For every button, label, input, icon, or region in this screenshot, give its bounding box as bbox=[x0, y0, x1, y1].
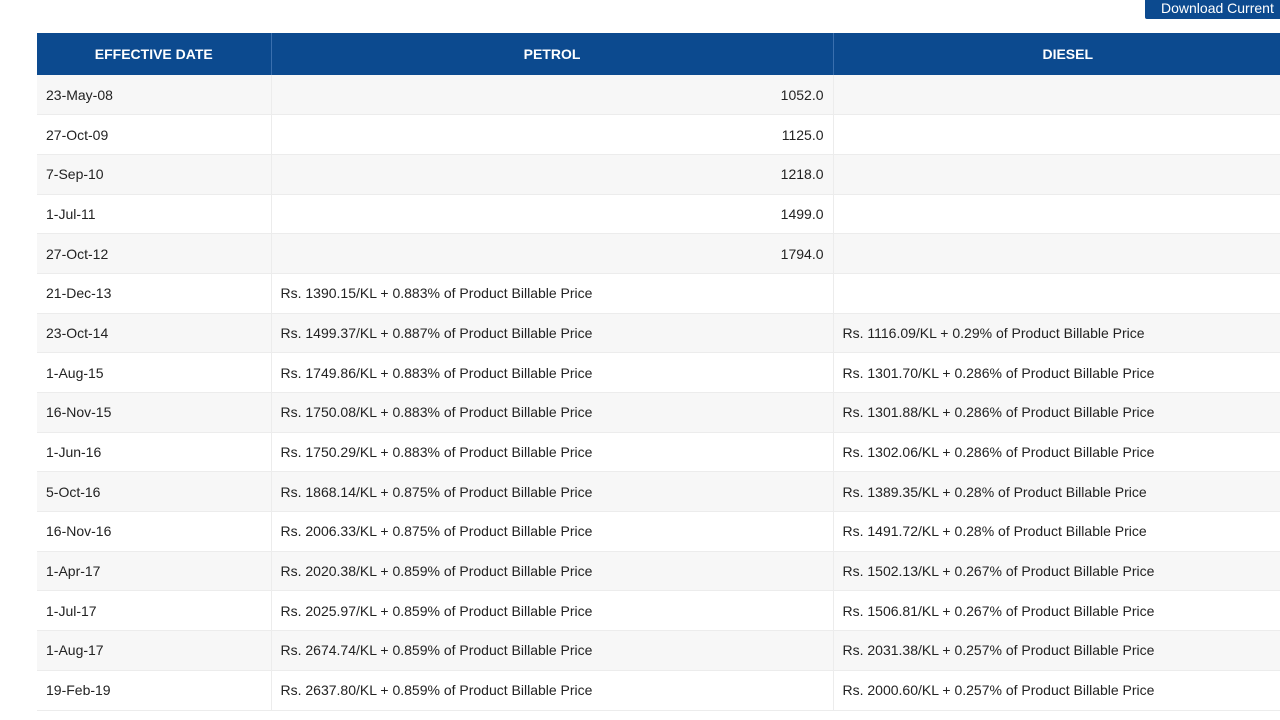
petrol-margin-cell: Rs. 2637.80/KL + 0.859% of Product Billa… bbox=[271, 670, 834, 711]
effective-date-cell: 19-Feb-19 bbox=[37, 670, 272, 711]
effective-date-cell: 1-Aug-17 bbox=[37, 630, 272, 671]
effective-date-cell: 5-Oct-16 bbox=[37, 471, 272, 513]
diesel-margin-cell bbox=[833, 233, 1280, 274]
effective-date-cell: 16-Nov-15 bbox=[37, 392, 272, 433]
table-row: 16-Nov-16 Rs. 2006.33/KL + 0.875% of Prod… bbox=[37, 511, 1280, 552]
diesel-margin-cell: Rs. 1301.70/KL + 0.286% of Product Billa… bbox=[833, 352, 1280, 393]
diesel-margin-cell bbox=[833, 114, 1280, 155]
effective-date-cell: 21-Dec-13 bbox=[37, 273, 272, 314]
table-row: 1-Jun-16 Rs. 1750.29/KL + 0.883% of Produ… bbox=[37, 432, 1280, 473]
petrol-margin-cell: 1499.0 bbox=[271, 194, 834, 235]
table-header-row: EFFECTIVE DATE PETROL DIESEL bbox=[37, 33, 1280, 75]
petrol-margin-cell: Rs. 1390.15/KL + 0.883% of Product Billa… bbox=[271, 273, 834, 314]
petrol-margin-cell: Rs. 1749.86/KL + 0.883% of Product Billa… bbox=[271, 352, 834, 393]
dealer-margin-table-container: EFFECTIVE DATE PETROL DIESEL 23-May-08 10… bbox=[37, 33, 1280, 711]
effective-date-cell: 23-May-08 bbox=[37, 75, 272, 116]
table-row: 1-Aug-15 Rs. 1749.86/KL + 0.883% of Produ… bbox=[37, 352, 1280, 393]
petrol-margin-cell: Rs. 2006.33/KL + 0.875% of Product Billa… bbox=[271, 511, 834, 552]
petrol-margin-cell: Rs. 1499.37/KL + 0.887% of Product Billa… bbox=[271, 313, 834, 354]
table-row: 23-May-08 1052.0 bbox=[37, 75, 1280, 116]
table-row: 21-Dec-13 Rs. 1390.15/KL + 0.883% of Prod… bbox=[37, 273, 1280, 314]
effective-date-cell: 1-Jul-11 bbox=[37, 194, 272, 235]
diesel-margin-cell: Rs. 1491.72/KL + 0.28% of Product Billab… bbox=[833, 511, 1280, 552]
table-body: 23-May-08 1052.0 27-Oct-09 1125.0 7-Sep-10 12… bbox=[37, 75, 1280, 711]
header-diesel: DIESEL bbox=[833, 33, 1280, 75]
diesel-margin-cell: Rs. 1301.88/KL + 0.286% of Product Billa… bbox=[833, 392, 1280, 433]
table-row: 5-Oct-16 Rs. 1868.14/KL + 0.875% of Produ… bbox=[37, 471, 1280, 513]
page: Download Current EFFECTIVE DATE PETROL D… bbox=[0, 0, 1280, 720]
table-row: 27-Oct-09 1125.0 bbox=[37, 114, 1280, 155]
effective-date-cell: 1-Jun-16 bbox=[37, 432, 272, 473]
petrol-margin-cell: Rs. 2025.97/KL + 0.859% of Product Billa… bbox=[271, 590, 834, 632]
table-row: 1-Aug-17 Rs. 2674.74/KL + 0.859% of Produ… bbox=[37, 630, 1280, 671]
table-row: 1-Apr-17 Rs. 2020.38/KL + 0.859% of Produ… bbox=[37, 551, 1280, 592]
header-effective-date: EFFECTIVE DATE bbox=[37, 33, 272, 75]
table-row: 7-Sep-10 1218.0 bbox=[37, 154, 1280, 195]
effective-date-cell: 27-Oct-09 bbox=[37, 114, 272, 155]
petrol-margin-cell: Rs. 2674.74/KL + 0.859% of Product Billa… bbox=[271, 630, 834, 671]
diesel-margin-cell: Rs. 2000.60/KL + 0.257% of Product Billa… bbox=[833, 670, 1280, 711]
petrol-margin-cell: 1052.0 bbox=[271, 75, 834, 116]
effective-date-cell: 1-Jul-17 bbox=[37, 590, 272, 632]
diesel-margin-cell: Rs. 1506.81/KL + 0.267% of Product Billa… bbox=[833, 590, 1280, 632]
table-row: 19-Feb-19 Rs. 2637.80/KL + 0.859% of Prod… bbox=[37, 670, 1280, 711]
petrol-margin-cell: Rs. 1750.29/KL + 0.883% of Product Billa… bbox=[271, 432, 834, 473]
diesel-margin-cell bbox=[833, 273, 1280, 314]
download-current-button[interactable]: Download Current bbox=[1145, 0, 1280, 19]
table-header: EFFECTIVE DATE PETROL DIESEL bbox=[37, 33, 1280, 75]
effective-date-cell: 1-Apr-17 bbox=[37, 551, 272, 592]
effective-date-cell: 23-Oct-14 bbox=[37, 313, 272, 354]
diesel-margin-cell bbox=[833, 194, 1280, 235]
table-row: 1-Jul-17 Rs. 2025.97/KL + 0.859% of Produ… bbox=[37, 590, 1280, 632]
petrol-margin-cell: 1125.0 bbox=[271, 114, 834, 155]
effective-date-cell: 1-Aug-15 bbox=[37, 352, 272, 393]
dealer-margin-table: EFFECTIVE DATE PETROL DIESEL 23-May-08 10… bbox=[37, 33, 1280, 711]
effective-date-cell: 7-Sep-10 bbox=[37, 154, 272, 195]
effective-date-cell: 16-Nov-16 bbox=[37, 511, 272, 552]
petrol-margin-cell: Rs. 1750.08/KL + 0.883% of Product Billa… bbox=[271, 392, 834, 433]
table-row: 23-Oct-14 Rs. 1499.37/KL + 0.887% of Prod… bbox=[37, 313, 1280, 354]
table-row: 16-Nov-15 Rs. 1750.08/KL + 0.883% of Prod… bbox=[37, 392, 1280, 433]
petrol-margin-cell: Rs. 1868.14/KL + 0.875% of Product Billa… bbox=[271, 471, 834, 513]
petrol-margin-cell: Rs. 2020.38/KL + 0.859% of Product Billa… bbox=[271, 551, 834, 592]
diesel-margin-cell: Rs. 1389.35/KL + 0.28% of Product Billab… bbox=[833, 471, 1280, 513]
effective-date-cell: 27-Oct-12 bbox=[37, 233, 272, 274]
diesel-margin-cell: Rs. 2031.38/KL + 0.257% of Product Billa… bbox=[833, 630, 1280, 671]
table-row: 1-Jul-11 1499.0 bbox=[37, 194, 1280, 235]
petrol-margin-cell: 1218.0 bbox=[271, 154, 834, 195]
petrol-margin-cell: 1794.0 bbox=[271, 233, 834, 274]
table-row: 27-Oct-12 1794.0 bbox=[37, 233, 1280, 274]
header-petrol: PETROL bbox=[271, 33, 834, 75]
diesel-margin-cell bbox=[833, 154, 1280, 195]
diesel-margin-cell: Rs. 1116.09/KL + 0.29% of Product Billab… bbox=[833, 313, 1280, 354]
diesel-margin-cell: Rs. 1302.06/KL + 0.286% of Product Billa… bbox=[833, 432, 1280, 473]
diesel-margin-cell bbox=[833, 75, 1280, 116]
diesel-margin-cell: Rs. 1502.13/KL + 0.267% of Product Billa… bbox=[833, 551, 1280, 592]
